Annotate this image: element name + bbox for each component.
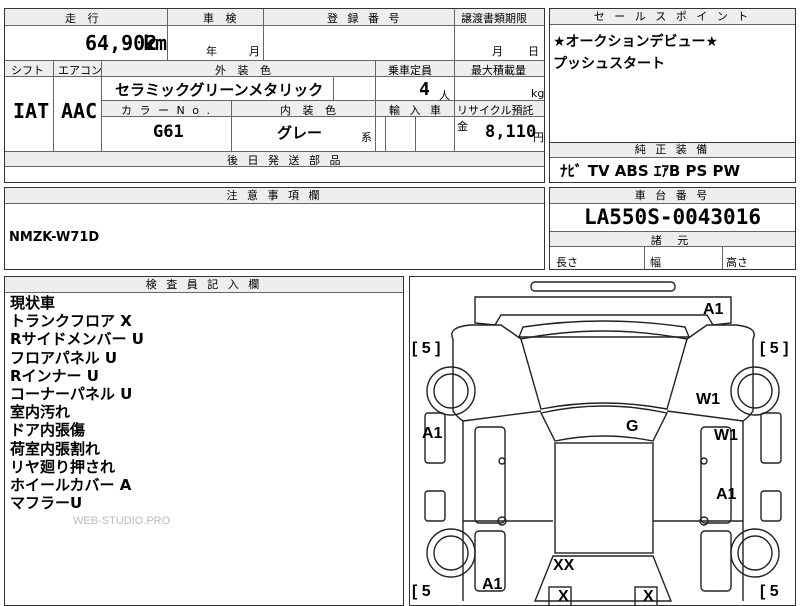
- mark-rear-left-x: X: [558, 588, 569, 605]
- equipment-header: 純 正 装 備: [550, 143, 795, 158]
- note-line: Rインナー U: [10, 366, 99, 385]
- dimension-length: 長さ: [556, 256, 578, 269]
- note-line: マフラーU: [10, 494, 83, 513]
- car-diagram: [424, 281, 782, 605]
- shift-value: IAT: [13, 99, 50, 123]
- load-unit: kg: [531, 87, 545, 100]
- mark-front-right-fender: W1: [696, 391, 720, 408]
- inspection-month: 月: [249, 45, 260, 58]
- recycle-value: 8,110: [485, 122, 537, 142]
- sales-point-header: セ ー ル ス ポ イ ン ト: [550, 9, 795, 25]
- caution-header: 注 意 事 項 欄: [5, 188, 544, 204]
- transfer-month: 月: [492, 45, 503, 58]
- transfer-day: 日: [528, 45, 539, 58]
- chassis-value: LA550S-0043016: [583, 205, 761, 229]
- tire-rear-right-rating: [ 5: [760, 583, 779, 600]
- caution-box: 注 意 事 項 欄 NMZK-W71D: [4, 187, 545, 270]
- mark-right-rear-door: A1: [716, 486, 737, 503]
- tire-front-left-rating: [ 5 ]: [412, 340, 441, 357]
- inspection-year: 年: [206, 45, 217, 58]
- sales-point-line-2: プッシュスタート: [553, 56, 665, 72]
- dimension-height: 高さ: [726, 256, 748, 269]
- car-diagram-box: [ 5 ] [ 5 ] [ 5 [ 5 A1 W1 G A1 W1 A1 A1 …: [409, 276, 796, 606]
- mark-rear-left: A1: [482, 576, 503, 593]
- aircon-value: AAC: [61, 99, 98, 123]
- sales-point-box: セ ー ル ス ポ イ ン ト ★オークションデビュー★ プッシュスタート: [549, 8, 796, 143]
- mark-rear-right-x: X: [643, 588, 654, 605]
- note-line: ドア内張傷: [10, 421, 86, 440]
- mark-rear-floor: XX: [553, 557, 575, 574]
- note-line: 荷室内張割れ: [10, 439, 101, 458]
- tire-front-right-rating: [ 5 ]: [760, 340, 789, 357]
- note-line: ホイールカバー A: [10, 476, 132, 495]
- equipment-box: 純 正 装 備 ﾅﾋﾞ TV ABS ｴｱB PS PW: [549, 142, 796, 183]
- inspector-header: 検 査 員 記 入 欄: [5, 277, 403, 293]
- mileage-header: 走 行: [65, 12, 103, 25]
- sales-point-line-1: ★オークションデビュー★: [553, 34, 719, 50]
- inspector-notes: 現状車 トランクフロア X Rサイドメンバー U フロアパネル U Rインナー …: [10, 294, 144, 512]
- vehicle-spec-box: 走 行 車 検 登 録 番 号 譲渡書類期限 64,902 km 年 月 月 日…: [4, 8, 545, 183]
- color-no-value: G61: [153, 122, 184, 142]
- mark-left-front-door: A1: [422, 425, 443, 442]
- chassis-box: 車 台 番 号 LA550S-0043016 諸 元 長さ 幅 高さ: [549, 187, 796, 270]
- watermark-text: WEB-STUDIO.PRO: [73, 515, 171, 527]
- exterior-value: セラミックグリーンメタリック: [115, 81, 324, 99]
- mark-front-bumper: A1: [703, 301, 724, 318]
- note-line: コーナーパネル U: [10, 385, 133, 404]
- inspection-header: 車 検: [203, 12, 241, 25]
- note-line: フロアパネル U: [10, 348, 118, 367]
- note-line: Rサイドメンバー U: [10, 330, 144, 349]
- capacity-value: 4: [419, 79, 430, 100]
- interior-value: グレー: [277, 124, 323, 142]
- dimension-width: 幅: [650, 256, 661, 269]
- note-line: トランクフロア X: [10, 312, 132, 331]
- chassis-header: 車 台 番 号: [550, 188, 795, 204]
- transfer-header: 譲渡書類期限: [461, 12, 527, 25]
- mark-roof: G: [626, 418, 639, 435]
- registration-header: 登 録 番 号: [327, 12, 403, 25]
- tire-rear-left-rating: [ 5: [412, 583, 431, 600]
- note-line: 室内汚れ: [10, 403, 71, 422]
- equipment-value: ﾅﾋﾞ TV ABS ｴｱB PS PW: [560, 162, 741, 180]
- mark-right-front-door: W1: [714, 427, 738, 444]
- recycle-unit: 円: [533, 131, 544, 144]
- mileage-unit: km: [143, 31, 168, 55]
- caution-value: NMZK-W71D: [9, 230, 100, 245]
- note-line: リヤ廻り押され: [10, 457, 116, 476]
- interior-suffix: 系: [361, 131, 372, 144]
- note-line: 現状車: [10, 294, 56, 312]
- inspector-box: 検 査 員 記 入 欄 現状車 トランクフロア X Rサイドメンバー U フロア…: [4, 276, 404, 606]
